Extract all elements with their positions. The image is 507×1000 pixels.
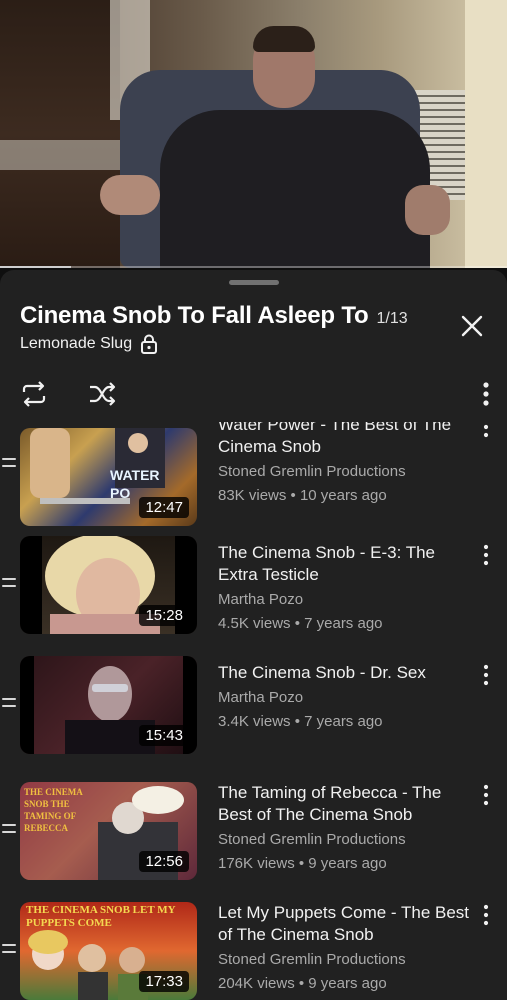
lock-icon xyxy=(141,334,158,354)
video-title[interactable]: The Cinema Snob - Dr. Sex xyxy=(218,662,473,684)
list-item[interactable]: THE CINEMA SNOB THE TAMING OF REBECCA 12… xyxy=(0,774,507,894)
playlist-position: 1/13 xyxy=(376,310,408,327)
playlist-owner[interactable]: Lemonade Slug xyxy=(20,335,132,353)
drag-handle-icon[interactable] xyxy=(2,578,16,592)
video-channel[interactable]: Stoned Gremlin Productions xyxy=(218,462,473,482)
loop-icon[interactable] xyxy=(18,378,50,410)
video-stats: 176K views • 9 years ago xyxy=(218,855,387,872)
video-frame-person xyxy=(160,110,430,268)
video-thumbnail[interactable]: THE CINEMA SNOB LET MY PUPPETS COME 17:3… xyxy=(20,902,197,1000)
video-meta: Let My Puppets Come - The Best of The Ci… xyxy=(218,902,473,994)
video-meta: The Cinema Snob - Dr. Sex Martha Pozo 3.… xyxy=(218,662,473,732)
video-frame-shelf xyxy=(0,140,120,170)
video-thumbnail[interactable]: WATER PO 12:47 xyxy=(20,428,197,526)
video-title[interactable]: The Taming of Rebecca - The Best of The … xyxy=(218,782,473,826)
video-title[interactable]: Water Power - The Best of The Cinema Sno… xyxy=(218,422,473,458)
playlist-video-list[interactable]: WATER PO 12:47 Water Power - The Best of… xyxy=(0,422,507,1000)
video-stats: 4.5K views • 7 years ago xyxy=(218,615,383,632)
drag-handle-icon[interactable] xyxy=(2,824,16,838)
more-vertical-icon[interactable] xyxy=(478,422,494,438)
drag-handle-icon[interactable] xyxy=(2,944,16,958)
video-thumbnail[interactable]: THE CINEMA SNOB THE TAMING OF REBECCA 12… xyxy=(20,782,197,880)
video-title[interactable]: The Cinema Snob - E-3: The Extra Testicl… xyxy=(218,542,473,586)
video-title[interactable]: Let My Puppets Come - The Best of The Ci… xyxy=(218,902,473,946)
shuffle-icon[interactable] xyxy=(86,378,118,410)
drag-handle-icon[interactable] xyxy=(2,458,16,472)
video-duration: 17:33 xyxy=(139,971,189,992)
more-vertical-icon[interactable] xyxy=(478,544,494,566)
video-frame-hand xyxy=(100,175,160,215)
video-channel[interactable]: Martha Pozo xyxy=(218,688,473,708)
video-stats: 3.4K views • 7 years ago xyxy=(218,713,383,730)
video-duration: 12:47 xyxy=(139,497,189,518)
video-channel[interactable]: Stoned Gremlin Productions xyxy=(218,830,473,850)
more-vertical-icon[interactable] xyxy=(478,784,494,806)
video-duration: 15:43 xyxy=(139,725,189,746)
video-channel[interactable]: Martha Pozo xyxy=(218,590,473,610)
more-vertical-icon[interactable] xyxy=(478,904,494,926)
thumbnail-caption: THE CINEMA SNOB LET MY PUPPETS COME xyxy=(26,904,176,929)
more-vertical-icon[interactable] xyxy=(478,664,494,686)
more-vertical-icon[interactable] xyxy=(474,380,498,408)
playback-progress-bar[interactable] xyxy=(0,266,507,268)
video-channel[interactable]: Stoned Gremlin Productions xyxy=(218,950,473,970)
drag-handle-icon[interactable] xyxy=(2,698,16,712)
close-icon[interactable] xyxy=(458,312,486,340)
video-player[interactable] xyxy=(0,0,507,268)
video-frame-wall xyxy=(0,0,120,268)
playlist-panel: Cinema Snob To Fall Asleep To 1/13 Lemon… xyxy=(0,270,507,1000)
video-meta: The Cinema Snob - E-3: The Extra Testicl… xyxy=(218,542,473,634)
list-item[interactable]: THE CINEMA SNOB LET MY PUPPETS COME 17:3… xyxy=(0,894,507,1000)
list-item[interactable]: 15:28 The Cinema Snob - E-3: The Extra T… xyxy=(0,534,507,654)
playlist-owner-row: Lemonade Slug xyxy=(20,334,158,354)
sheet-drag-handle[interactable] xyxy=(229,280,279,285)
video-stats: 204K views • 9 years ago xyxy=(218,975,387,992)
list-item[interactable]: 15:43 The Cinema Snob - Dr. Sex Martha P… xyxy=(0,654,507,774)
video-thumbnail[interactable]: 15:28 xyxy=(20,536,197,634)
video-duration: 15:28 xyxy=(139,605,189,626)
video-stats: 83K views • 10 years ago xyxy=(218,487,387,504)
video-duration: 12:56 xyxy=(139,851,189,872)
playlist-title: Cinema Snob To Fall Asleep To xyxy=(20,302,369,329)
video-frame-hair xyxy=(253,26,315,52)
playlist-header: Cinema Snob To Fall Asleep To 1/13 xyxy=(20,302,408,330)
video-frame-door xyxy=(465,0,507,268)
list-item[interactable]: WATER PO 12:47 Water Power - The Best of… xyxy=(0,422,507,534)
thumbnail-caption: THE CINEMA SNOB THE TAMING OF REBECCA xyxy=(24,787,83,833)
video-meta: Water Power - The Best of The Cinema Sno… xyxy=(218,422,473,506)
video-meta: The Taming of Rebecca - The Best of The … xyxy=(218,782,473,874)
playback-progress-fill xyxy=(0,266,71,268)
video-thumbnail[interactable]: 15:43 xyxy=(20,656,197,754)
video-frame-hand xyxy=(405,185,450,235)
